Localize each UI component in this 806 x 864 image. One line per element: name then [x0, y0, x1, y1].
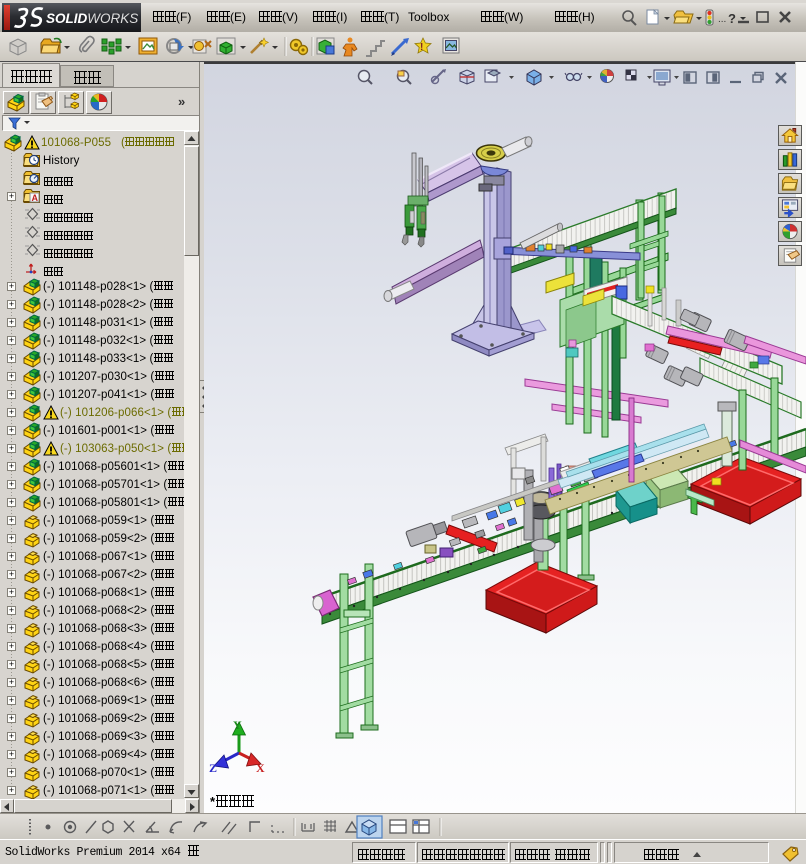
svg-text:Z: Z	[209, 761, 217, 775]
svg-text:X: X	[256, 761, 265, 775]
svg-text:...: ...	[718, 14, 726, 25]
svg-text:!: !	[420, 42, 423, 53]
svg-text:Y: Y	[233, 718, 242, 732]
svg-text:?: ?	[728, 11, 736, 26]
svg-text:A: A	[32, 193, 39, 203]
svg-text:SOLIDWORKS: SOLIDWORKS	[46, 11, 138, 26]
